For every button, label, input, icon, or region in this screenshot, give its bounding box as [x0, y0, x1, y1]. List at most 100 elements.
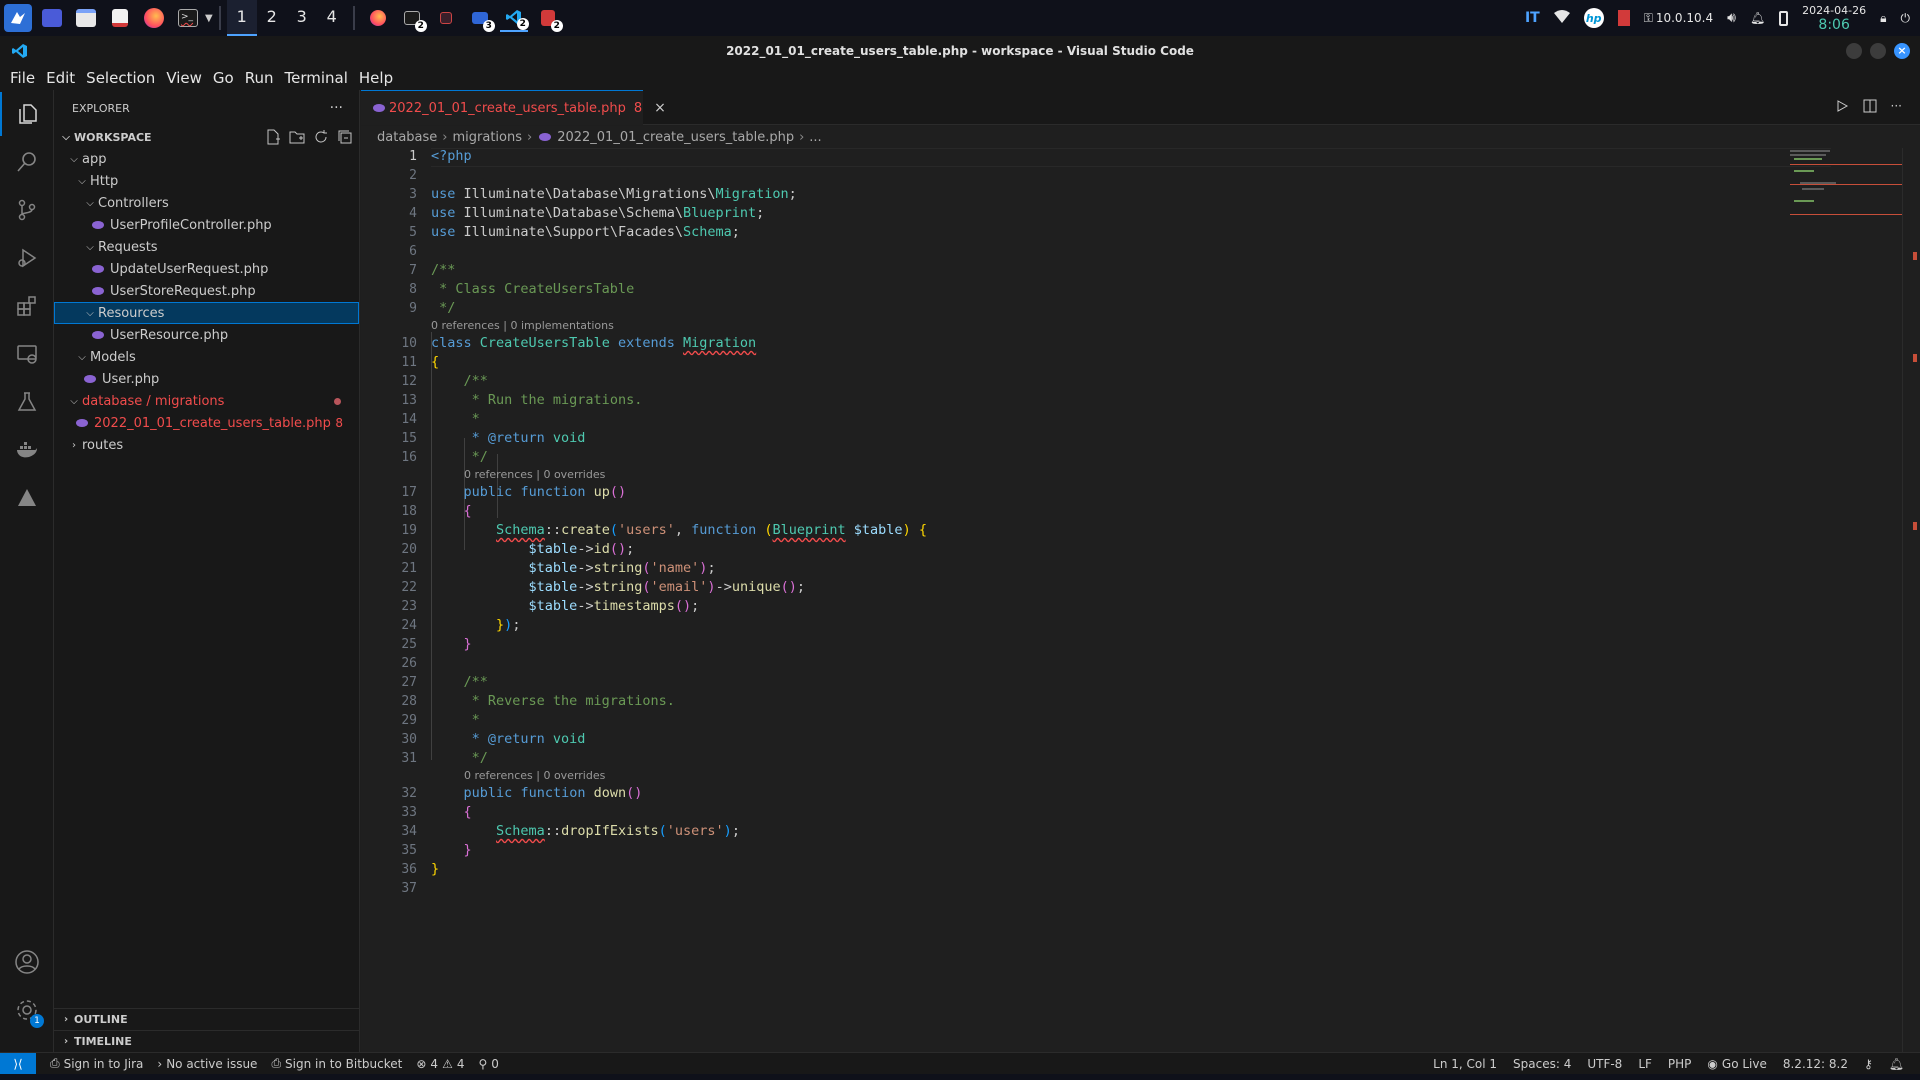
chevron-down-icon[interactable]: ▼	[205, 13, 213, 24]
new-folder-icon[interactable]	[289, 129, 305, 148]
workspace-1[interactable]: 1	[226, 0, 257, 36]
outline-section[interactable]: › OUTLINE	[54, 1008, 360, 1030]
terminal-window-icon[interactable]: 2	[398, 4, 427, 32]
code-area[interactable]: <?php use Illuminate\Database\Migrations…	[431, 148, 1831, 1052]
pdf-viewer-icon[interactable]	[106, 4, 134, 32]
menu-terminal[interactable]: Terminal	[285, 69, 348, 87]
menu-view[interactable]: View	[166, 69, 202, 87]
breadcrumb-item[interactable]: database	[377, 130, 437, 145]
workspace-2[interactable]: 2	[257, 0, 287, 36]
close-window-button[interactable]: ×	[1894, 43, 1910, 59]
menu-selection[interactable]: Selection	[86, 69, 155, 87]
editor-tab[interactable]: 2022_01_01_create_users_table.php 8 ×	[361, 90, 666, 125]
hp-icon[interactable]: hp	[1583, 8, 1604, 28]
terminal-icon[interactable]: >_	[174, 4, 202, 32]
more-actions-icon[interactable]: ···	[330, 100, 343, 116]
volume-icon[interactable]: 🔊︎	[1727, 10, 1736, 26]
tree-file[interactable]: UserResource.php	[54, 324, 359, 346]
tree-folder-routes[interactable]: › routes	[54, 434, 359, 456]
deploy-icon[interactable]	[0, 476, 54, 520]
screen-lock-icon[interactable]: 🔒︎	[1880, 11, 1886, 26]
menu-run[interactable]: Run	[245, 69, 274, 87]
tree-file[interactable]: UpdateUserRequest.php	[54, 258, 359, 280]
go-live-button[interactable]: ◉ Go Live	[1707, 1057, 1766, 1071]
breadcrumb-item[interactable]: 2022_01_01_create_users_table.php	[557, 130, 794, 145]
settings-sync-icon[interactable]: ⚷	[1864, 1057, 1873, 1071]
clock[interactable]: 2024-04-26 8:06	[1802, 3, 1866, 33]
firefox-window-icon[interactable]	[364, 4, 392, 32]
tree-folder-resources[interactable]: ⌵ Resources	[54, 302, 359, 324]
cursor-position[interactable]: Ln 1, Col 1	[1433, 1057, 1497, 1071]
wifi-icon[interactable]	[1553, 9, 1570, 27]
run-file-icon[interactable]	[1835, 99, 1849, 116]
breadcrumb-item[interactable]: ...	[809, 130, 821, 145]
notifications-icon[interactable]: 🔔︎	[1889, 1057, 1904, 1071]
run-debug-icon[interactable]	[0, 236, 54, 280]
active-issue[interactable]: › No active issue	[157, 1057, 257, 1071]
remote-indicator-icon[interactable]: ⟩⟨	[0, 1052, 36, 1075]
collapse-all-icon[interactable]	[337, 129, 353, 148]
code-lens[interactable]: 0 references | 0 overrides	[464, 468, 605, 481]
php-version[interactable]: 8.2.12: 8.2	[1783, 1057, 1848, 1071]
testing-icon[interactable]	[0, 380, 54, 424]
docker-icon[interactable]	[0, 428, 54, 472]
minimize-button[interactable]	[1846, 43, 1862, 59]
desktop-icon[interactable]	[38, 4, 66, 32]
pdf-window-icon[interactable]: 2	[534, 4, 563, 32]
menu-edit[interactable]: Edit	[46, 69, 75, 87]
app-window-icon[interactable]	[432, 4, 460, 32]
tree-file-active[interactable]: 2022_01_01_create_users_table.php 8	[54, 412, 359, 434]
tree-folder-database-migrations[interactable]: ⌵ database / migrations	[54, 390, 359, 412]
workspace-4[interactable]: 4	[317, 0, 347, 36]
tree-folder-app[interactable]: ⌵ app	[54, 148, 359, 170]
code-lens[interactable]: 0 references | 0 implementations	[431, 319, 614, 332]
problems-indicator[interactable]: ⊗ 4 ⚠ 4	[416, 1057, 464, 1071]
source-control-icon[interactable]	[0, 188, 54, 232]
vpn-status[interactable]: ⚿ 10.0.10.4	[1644, 11, 1713, 26]
close-tab-icon[interactable]: ×	[654, 100, 666, 116]
minimap[interactable]	[1788, 148, 1902, 218]
tree-folder-models[interactable]: ⌵ Models	[54, 346, 359, 368]
breadcrumb-item[interactable]: migrations	[452, 130, 522, 145]
menu-help[interactable]: Help	[359, 69, 393, 87]
maximize-button[interactable]	[1870, 43, 1886, 59]
explorer-icon[interactable]	[0, 92, 54, 136]
timeline-section[interactable]: › TIMELINE	[54, 1030, 360, 1052]
tree-file[interactable]: UserProfileController.php	[54, 214, 359, 236]
pdf-tray-icon[interactable]	[1617, 10, 1630, 26]
workspace-3[interactable]: 3	[287, 0, 317, 36]
menu-file[interactable]: File	[10, 69, 35, 87]
launcher-icon[interactable]	[4, 4, 32, 32]
vertical-scrollbar[interactable]	[1902, 148, 1917, 1052]
accounts-icon[interactable]	[0, 940, 54, 984]
split-editor-icon[interactable]	[1863, 99, 1877, 116]
vscode-window-icon[interactable]: 2	[499, 4, 529, 32]
file-manager-icon[interactable]	[72, 4, 100, 32]
refresh-icon[interactable]	[313, 129, 329, 148]
indentation[interactable]: Spaces: 4	[1513, 1057, 1571, 1071]
extensions-icon[interactable]	[0, 284, 54, 328]
tree-file[interactable]: UserStoreRequest.php	[54, 280, 359, 302]
more-actions-icon[interactable]: ···	[1891, 99, 1902, 116]
encoding[interactable]: UTF-8	[1587, 1057, 1622, 1071]
tree-folder-requests[interactable]: ⌵ Requests	[54, 236, 359, 258]
manage-gear-icon[interactable]: 1	[0, 988, 54, 1032]
firefox-icon[interactable]	[140, 4, 168, 32]
tree-folder-controllers[interactable]: ⌵ Controllers	[54, 192, 359, 214]
ports-indicator[interactable]: ⚲ 0	[478, 1057, 498, 1071]
code-editor[interactable]: 1 2 3 4 5 6 7 8 9 10 11 12 13 14 15 16 17 18 19 20 21 22 23 24 2…	[361, 148, 1920, 1052]
code-lens[interactable]: 0 references | 0 overrides	[464, 769, 605, 782]
jira-sign-in[interactable]: ⎙ Sign in to Jira	[50, 1056, 143, 1071]
end-of-line[interactable]: LF	[1638, 1057, 1652, 1071]
menu-go[interactable]: Go	[213, 69, 234, 87]
notification-bell-icon[interactable]: 🔔︎	[1750, 11, 1765, 25]
remote-explorer-icon[interactable]	[0, 332, 54, 376]
workspace-section-header[interactable]: ⌵ WORKSPACE	[54, 126, 359, 148]
new-file-icon[interactable]	[265, 129, 281, 148]
power-icon[interactable]: ⏻	[1901, 11, 1911, 26]
search-icon[interactable]	[0, 140, 54, 184]
bitbucket-sign-in[interactable]: ⎙ Sign in to Bitbucket	[271, 1056, 402, 1071]
language-mode[interactable]: PHP	[1668, 1057, 1692, 1071]
tree-file[interactable]: User.php	[54, 368, 359, 390]
keyboard-layout[interactable]: IT	[1525, 10, 1540, 26]
